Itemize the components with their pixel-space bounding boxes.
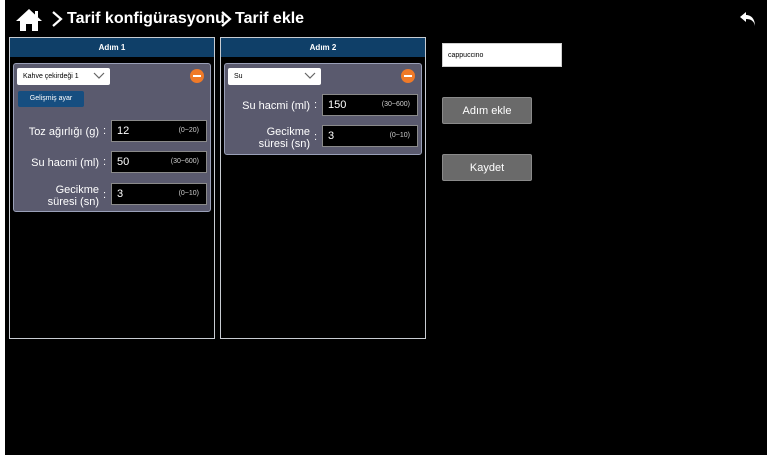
- chevron-right-icon: [221, 11, 232, 27]
- step-card: Su Su hacmi (ml) : 150 (30~600) Gecikme …: [224, 63, 422, 155]
- colon: :: [314, 99, 318, 111]
- save-button[interactable]: Kaydet: [442, 154, 532, 181]
- water-volume-input[interactable]: 50 (30~600): [111, 151, 207, 173]
- remove-step-button[interactable]: [401, 69, 415, 83]
- field-label-delay: Gecikme süresi (sn): [47, 184, 99, 208]
- app-screen: Tarif konfigürasyonu Tarif ekle Adım 1 K…: [5, 0, 767, 455]
- field-label-water-volume: Su hacmi (ml): [242, 100, 310, 112]
- field-range: (30~600): [170, 158, 199, 165]
- ingredient-value: Kahve çekirdeği 1: [23, 73, 79, 80]
- advanced-settings-button[interactable]: Gelişmiş ayar: [18, 91, 84, 107]
- ingredient-select[interactable]: Kahve çekirdeği 1: [17, 68, 110, 85]
- field-range: (30~600): [381, 101, 410, 108]
- field-label-delay: Gecikme süresi (sn): [258, 126, 310, 150]
- field-value: 12: [117, 125, 130, 137]
- remove-step-button[interactable]: [190, 69, 204, 83]
- field-range: (0~10): [389, 132, 410, 139]
- colon: :: [103, 125, 107, 137]
- ingredient-select[interactable]: Su: [228, 68, 321, 85]
- step-card: Kahve çekirdeği 1 Gelişmiş ayar Toz ağır…: [13, 63, 211, 212]
- field-label-powder-weight: Toz ağırlığı (g): [28, 126, 99, 138]
- chevron-right-icon: [52, 11, 63, 27]
- step-title: Adım 2: [221, 38, 425, 57]
- breadcrumb-add-recipe: Tarif ekle: [235, 10, 305, 27]
- chevron-down-icon: [93, 72, 105, 79]
- field-range: (0~10): [178, 190, 199, 197]
- powder-weight-input[interactable]: 12 (0~20): [111, 120, 207, 142]
- breadcrumb-recipe-config[interactable]: Tarif konfigürasyonu: [67, 9, 225, 29]
- field-label-water-volume: Su hacmi (ml): [31, 157, 99, 169]
- step-title: Adım 1: [10, 38, 214, 57]
- water-volume-input[interactable]: 150 (30~600): [322, 94, 418, 116]
- home-icon[interactable]: [15, 8, 43, 32]
- field-range: (0~20): [178, 127, 199, 134]
- ingredient-value: Su: [234, 73, 243, 80]
- field-value: 3: [328, 130, 335, 142]
- recipe-name-input[interactable]: [442, 43, 562, 67]
- delay-input[interactable]: 3 (0~10): [322, 125, 418, 147]
- colon: :: [314, 131, 318, 143]
- add-step-button[interactable]: Adım ekle: [442, 97, 532, 124]
- field-value: 3: [117, 188, 124, 200]
- back-arrow-icon[interactable]: [739, 11, 757, 27]
- step-panel-2: Adım 2 Su Su hacmi (ml) : 150 (30~600) G…: [220, 37, 426, 339]
- colon: :: [103, 156, 107, 168]
- chevron-down-icon: [304, 72, 316, 79]
- field-value: 50: [117, 156, 130, 168]
- field-value: 150: [328, 99, 347, 111]
- colon: :: [103, 189, 107, 201]
- step-panel-1: Adım 1 Kahve çekirdeği 1 Gelişmiş ayar T…: [9, 37, 215, 339]
- delay-input[interactable]: 3 (0~10): [111, 183, 207, 205]
